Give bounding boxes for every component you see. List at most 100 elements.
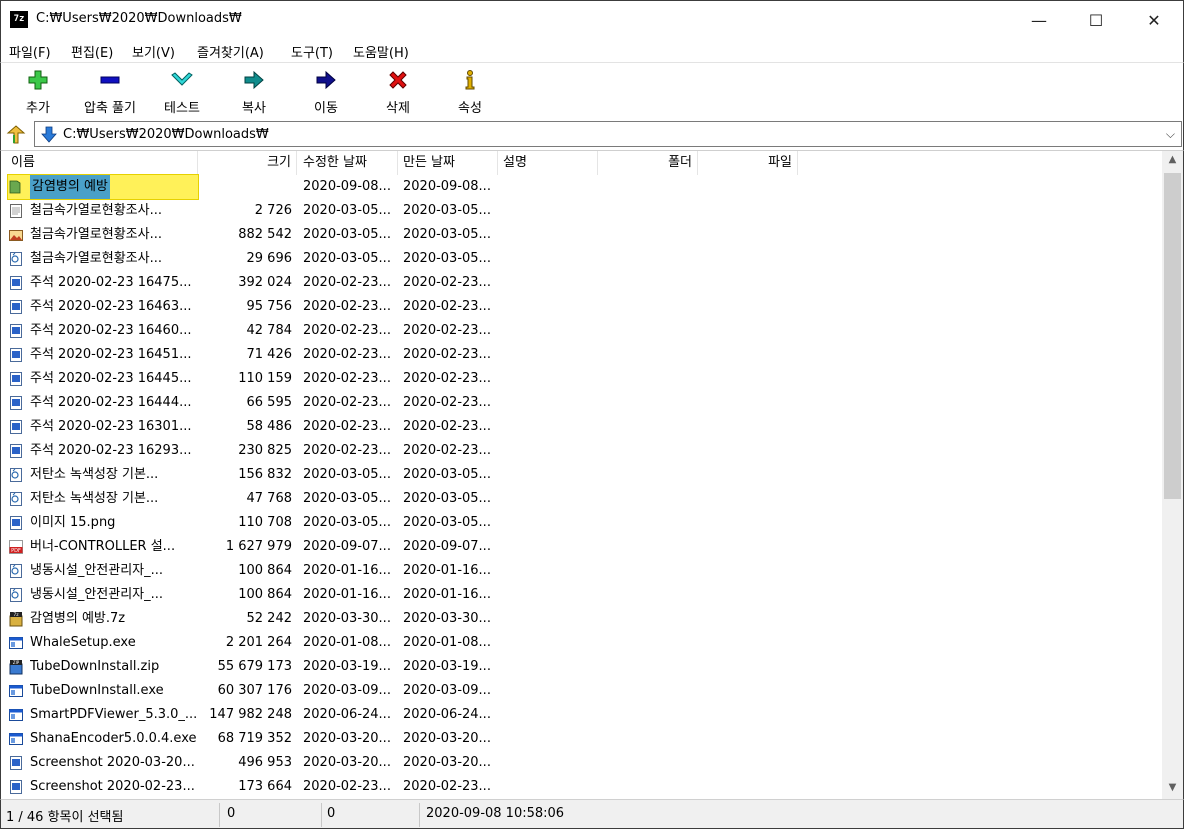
column-name[interactable]: 이름 (6, 151, 198, 175)
downloads-arrow-icon (41, 126, 57, 143)
file-row[interactable]: 주석 2020-02-23 16445... 110 159 2020-02-23.… (1, 367, 1162, 391)
scroll-thumb[interactable] (1164, 173, 1181, 499)
file-created: 2020-02-23... (403, 395, 491, 410)
menu-bar: 파일(F) 편집(E) 보기(V) 즐겨찾기(A) 도구(T) 도움말(H) (0, 38, 1184, 62)
vertical-scrollbar[interactable]: ▲ ▼ (1162, 151, 1183, 799)
test-button[interactable]: 테스트 (147, 67, 217, 117)
file-row[interactable]: 냉동시설_안전관리자_... 100 864 2020-01-16... 2020-0… (1, 583, 1162, 607)
minimize-button[interactable]: — (1010, 1, 1068, 39)
column-size[interactable]: 크기 (198, 151, 297, 175)
delete-button[interactable]: 삭제 (363, 67, 433, 117)
address-path: C:₩Users₩2020₩Downloads₩ (63, 127, 269, 142)
file-row[interactable]: ShanaEncoder5.0.0.4.exe 68 719 352 2020-03… (1, 727, 1162, 751)
file-row[interactable]: 냉동시설_안전관리자_... 100 864 2020-01-16... 2020-0… (1, 559, 1162, 583)
file-size: 110 159 (238, 371, 292, 386)
file-name: TubeDownInstall.zip (30, 659, 160, 674)
column-modified[interactable]: 수정한 날짜 (298, 151, 398, 175)
status-divider (419, 803, 420, 827)
file-created: 2020-03-05... (403, 491, 491, 506)
file-name: 주석 2020-02-23 16293... (30, 443, 192, 458)
close-button[interactable]: ✕ (1125, 1, 1183, 39)
file-name: 주석 2020-02-23 16460... (30, 323, 192, 338)
scroll-down-icon[interactable]: ▼ (1162, 779, 1183, 797)
file-modified: 2020-01-16... (303, 587, 391, 602)
file-row[interactable]: 주석 2020-02-23 16444... 66 595 2020-02-23..… (1, 391, 1162, 415)
file-row[interactable]: 주석 2020-02-23 16301... 58 486 2020-02-23..… (1, 415, 1162, 439)
file-size: 29 696 (246, 251, 293, 266)
file-row[interactable]: 7z 감염병의 예방.7z 52 242 2020-03-30... 2020-03-3… (1, 607, 1162, 631)
menu-edit[interactable]: 편집(E) (71, 42, 113, 61)
file-name-cell: SmartPDFViewer_5.3.0_... (8, 703, 198, 727)
menu-help[interactable]: 도움말(H) (353, 42, 409, 61)
file-created: 2020-03-05... (403, 251, 491, 266)
file-row[interactable]: 저탄소 녹색성장 기본... 156 832 2020-03-05... 2020-0… (1, 463, 1162, 487)
file-size: 156 832 (238, 467, 292, 482)
maximize-button[interactable]: ☐ (1067, 1, 1125, 39)
file-row[interactable]: Screenshot 2020-02-23... 173 664 2020-02-2… (1, 775, 1162, 799)
file-row[interactable]: 저탄소 녹색성장 기본... 47 768 2020-03-05... 2020-03… (1, 487, 1162, 511)
file-row[interactable]: 철금속가열로현황조사... 2 726 2020-03-05... 2020-03-0… (1, 199, 1162, 223)
file-name-cell: 주석 2020-02-23 16463... (8, 295, 198, 319)
file-row[interactable]: PDF 버너-CONTROLLER 설... 1 627 979 2020-09-07… (1, 535, 1162, 559)
file-name-cell: 철금속가열로현황조사... (8, 223, 198, 247)
file-row[interactable]: 주석 2020-02-23 16463... 95 756 2020-02-23..… (1, 295, 1162, 319)
file-name: 냉동시설_안전관리자_... (30, 587, 164, 602)
file-name: 주석 2020-02-23 16463... (30, 299, 192, 314)
file-created: 2020-02-23... (403, 323, 491, 338)
file-row[interactable]: 철금속가열로현황조사... 882 542 2020-03-05... 2020-03… (1, 223, 1162, 247)
column-comment[interactable]: 설명 (498, 151, 598, 175)
file-name: Screenshot 2020-03-20... (30, 755, 195, 770)
title-bar: 7z C:₩Users₩2020₩Downloads₩ — ☐ ✕ (0, 0, 1184, 38)
info-icon (465, 70, 475, 90)
svg-text:7z: 7z (13, 612, 19, 618)
file-row[interactable]: 철금속가열로현황조사... 29 696 2020-03-05... 2020-03-… (1, 247, 1162, 271)
file-row[interactable]: WhaleSetup.exe 2 201 264 2020-01-08... 2020… (1, 631, 1162, 655)
scroll-up-icon[interactable]: ▲ (1162, 151, 1183, 169)
file-size: 882 542 (238, 227, 292, 242)
file-row[interactable]: TubeDownInstall.exe 60 307 176 2020-03-09.… (1, 679, 1162, 703)
file-name: 저탄소 녹색성장 기본... (30, 491, 159, 506)
folder-up-button[interactable] (6, 125, 26, 145)
file-modified: 2020-02-23... (303, 323, 391, 338)
menu-tools[interactable]: 도구(T) (291, 42, 333, 61)
file-created: 2020-02-23... (403, 371, 491, 386)
file-row[interactable]: 주석 2020-02-23 16451... 71 426 2020-02-23..… (1, 343, 1162, 367)
file-row[interactable]: 주석 2020-02-23 16460... 42 784 2020-02-23..… (1, 319, 1162, 343)
file-row[interactable]: ZIP TubeDownInstall.zip 55 679 173 2020-03-… (1, 655, 1162, 679)
menu-file[interactable]: 파일(F) (9, 42, 51, 61)
file-row[interactable]: 이미지 15.png 110 708 2020-03-05... 2020-03-05… (1, 511, 1162, 535)
file-name-cell: 주석 2020-02-23 16460... (8, 319, 198, 343)
column-files[interactable]: 파일 (698, 151, 798, 175)
zip-archive-icon: ZIP (8, 659, 24, 675)
copy-button-label: 복사 (242, 101, 266, 116)
file-row[interactable]: 주석 2020-02-23 16475... 392 024 2020-02-23.… (1, 271, 1162, 295)
copy-button[interactable]: 복사 (219, 67, 289, 117)
file-modified: 2020-02-23... (303, 779, 391, 794)
menu-view[interactable]: 보기(V) (132, 42, 175, 61)
column-created[interactable]: 만든 날짜 (398, 151, 498, 175)
file-size: 68 719 352 (217, 731, 292, 746)
add-button-label: 추가 (26, 101, 50, 116)
move-button[interactable]: 이동 (291, 67, 361, 117)
file-row[interactable]: 주석 2020-02-23 16293... 230 825 2020-02-23.… (1, 439, 1162, 463)
file-modified: 2020-03-09... (303, 683, 391, 698)
file-name: ShanaEncoder5.0.0.4.exe (30, 731, 197, 746)
status-selection: 1 / 46 항목이 선택됨 (6, 810, 124, 825)
extract-button[interactable]: 압축 풀기 (75, 67, 145, 117)
file-row[interactable]: SmartPDFViewer_5.3.0_... 147 982 248 2020-… (1, 703, 1162, 727)
png-file-icon (8, 347, 24, 363)
file-row[interactable]: Screenshot 2020-03-20... 496 953 2020-03-2… (1, 751, 1162, 775)
menu-favorites[interactable]: 즐겨찾기(A) (197, 42, 264, 61)
address-input[interactable]: C:₩Users₩2020₩Downloads₩ ⌵ (34, 121, 1182, 147)
file-created: 2020-03-05... (403, 203, 491, 218)
address-dropdown-icon[interactable]: ⌵ (1166, 127, 1175, 142)
column-folders[interactable]: 폴더 (598, 151, 698, 175)
file-name-cell: PDF 버너-CONTROLLER 설... (8, 535, 198, 559)
file-modified: 2020-03-05... (303, 491, 391, 506)
properties-button[interactable]: 속성 (435, 67, 505, 117)
add-button[interactable]: 추가 (3, 67, 73, 117)
png-file-icon (8, 779, 24, 795)
file-modified: 2020-03-05... (303, 515, 391, 530)
file-row[interactable]: 감염병의 예방 2020-09-08... 2020-09-08... (1, 174, 1162, 200)
file-size: 2 201 264 (225, 635, 292, 650)
